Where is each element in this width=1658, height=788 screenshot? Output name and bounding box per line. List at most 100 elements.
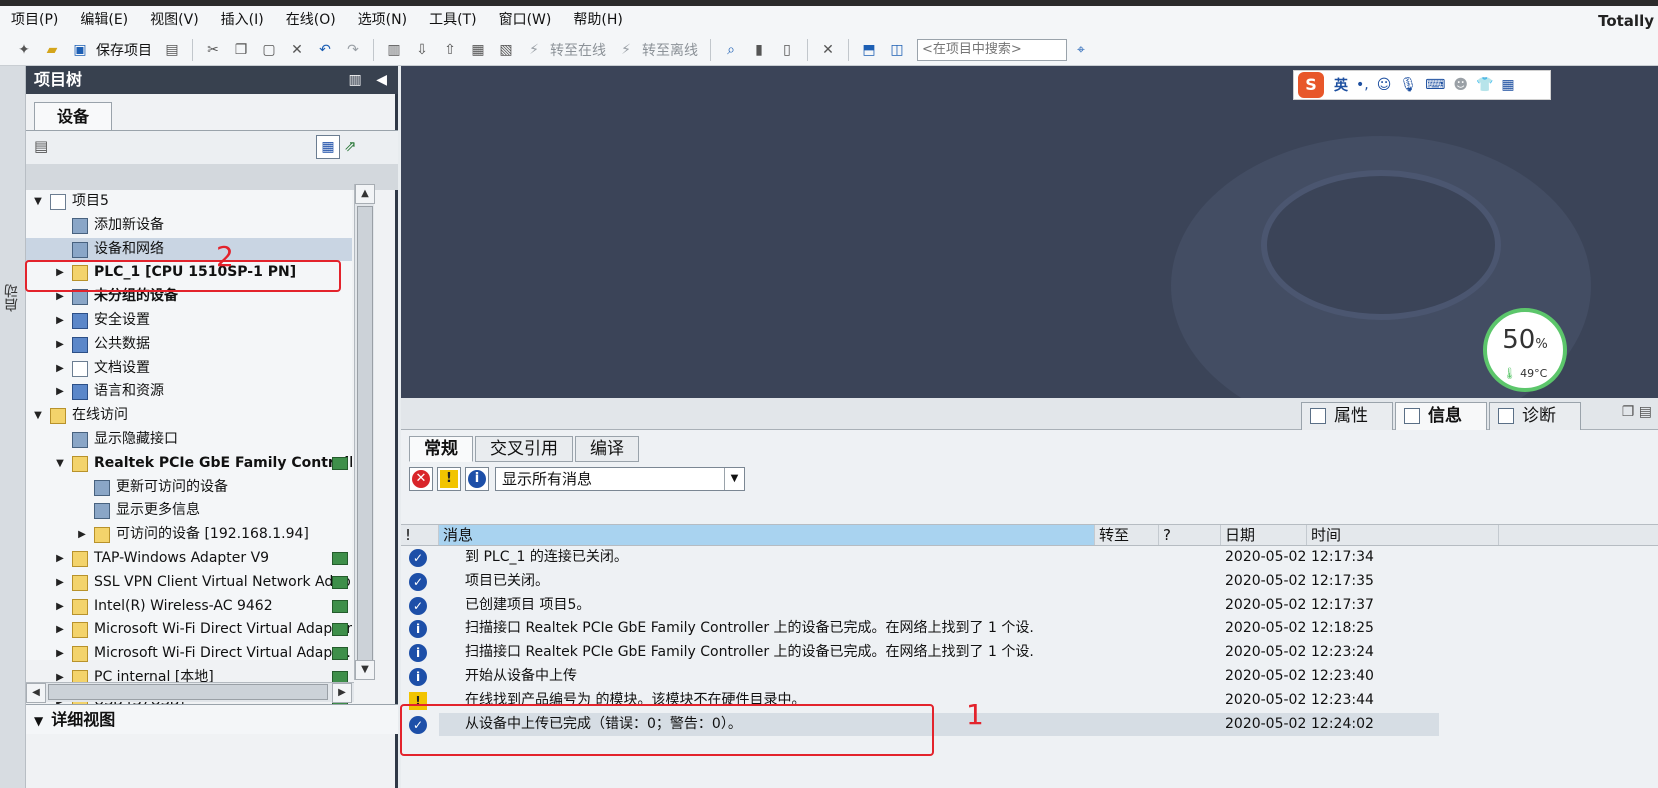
tree-vertical-scrollbar[interactable]: ▲ ▼ xyxy=(354,184,375,680)
filter-info-button[interactable]: i xyxy=(465,467,489,491)
col-severity[interactable]: ! xyxy=(401,525,439,545)
scroll-right-icon[interactable]: ▶ xyxy=(332,683,352,703)
expand-arrow-icon[interactable]: ▶ xyxy=(54,618,66,642)
ime-toolbar[interactable]: S 英 •, ☺ 🎙 ⌨ ☻ 👕 ▦ xyxy=(1293,70,1551,100)
split-horizontal-icon[interactable]: ⬒ xyxy=(858,39,880,61)
filter-errors-button[interactable]: ✕ xyxy=(409,467,433,491)
project-search-input[interactable] xyxy=(917,38,1067,61)
print-icon[interactable]: ▤ xyxy=(161,39,183,61)
overview-icon[interactable]: ▦ xyxy=(316,135,340,159)
expand-arrow-icon[interactable]: ▶ xyxy=(54,571,66,595)
go-offline-button[interactable]: 转至离线 xyxy=(642,40,698,60)
restore-icon[interactable]: ❐ xyxy=(1622,404,1635,420)
scroll-down-icon[interactable]: ▼ xyxy=(355,660,375,680)
detail-view-header[interactable]: ▼ 详细视图 xyxy=(26,704,398,734)
tree-item[interactable]: ▶ SSL VPN Client Virtual Network Adap... xyxy=(26,571,352,595)
tree-item[interactable]: 更新可访问的设备 xyxy=(26,476,352,500)
cut-icon[interactable]: ✂ xyxy=(202,39,224,61)
expand-arrow-icon[interactable]: ▶ xyxy=(54,309,66,333)
redo-icon[interactable]: ↷ xyxy=(342,39,364,61)
expand-arrow-icon[interactable]: ▶ xyxy=(54,333,66,357)
tree-item[interactable]: ▶ Intel(R) Wireless-AC 9462 xyxy=(26,595,352,619)
scroll-thumb[interactable] xyxy=(48,684,328,700)
go-online-button[interactable]: 转至在线 xyxy=(550,40,606,60)
cpu-temp-widget[interactable]: 50% 🌡 49°C xyxy=(1483,308,1567,392)
tab-diagnostics[interactable]: 诊断 xyxy=(1489,402,1581,430)
filter-warnings-button[interactable]: ! xyxy=(437,467,461,491)
toolbox-icon[interactable]: ▦ xyxy=(1501,77,1514,93)
paste-icon[interactable]: ▢ xyxy=(258,39,280,61)
menu-item[interactable]: 工具(T) xyxy=(418,6,487,34)
message-row[interactable]: i 扫描接口 Realtek PCIe GbE Family Controller… xyxy=(401,617,1658,641)
expand-arrow-icon[interactable]: ▶ xyxy=(54,380,66,404)
message-row[interactable]: i 扫描接口 Realtek PCIe GbE Family Controller… xyxy=(401,641,1658,665)
scroll-up-icon[interactable]: ▲ xyxy=(355,184,375,204)
go-offline-icon[interactable]: ⚡ xyxy=(615,39,637,61)
cpu-start-icon[interactable]: ▮ xyxy=(748,39,770,61)
expand-arrow-icon[interactable]: ▶ xyxy=(76,523,88,547)
tree-item[interactable]: ▶ 文档设置 xyxy=(26,357,352,381)
col-help[interactable]: ? xyxy=(1159,525,1221,545)
split-vertical-icon[interactable]: ◫ xyxy=(886,39,908,61)
menu-item[interactable]: 视图(V) xyxy=(139,6,210,34)
message-row[interactable]: ✓ 到 PLC_1 的连接已关闭。 2020-05-02 12:17:34 xyxy=(401,546,1658,570)
tree-item[interactable]: ▶ Microsoft Wi-Fi Direct Virtual Adapte..… xyxy=(26,642,352,666)
compile-icon[interactable]: ▥ xyxy=(383,39,405,61)
delete-icon[interactable]: ✕ xyxy=(286,39,308,61)
col-date[interactable]: 日期 xyxy=(1221,525,1307,545)
copy-icon[interactable]: ❐ xyxy=(230,39,252,61)
keyboard-icon[interactable]: ⌨ xyxy=(1425,77,1445,93)
sogou-logo-icon[interactable]: S xyxy=(1298,72,1324,98)
menu-item[interactable]: 项目(P) xyxy=(0,6,69,34)
undo-icon[interactable]: ↶ xyxy=(314,39,336,61)
tab-properties[interactable]: 属性 xyxy=(1301,402,1393,430)
collapse-arrow-icon[interactable]: ▼ xyxy=(32,190,44,214)
microphone-icon[interactable]: 🎙 xyxy=(1399,77,1417,93)
save-icon[interactable]: ▣ xyxy=(69,39,91,61)
tree-horizontal-scrollbar[interactable]: ◀ ▶ xyxy=(26,682,354,703)
open-project-icon[interactable]: ▰ xyxy=(41,39,63,61)
new-project-icon[interactable]: ✦ xyxy=(13,39,35,61)
tree-item[interactable]: ▶ 公共数据 xyxy=(26,333,352,357)
menu-item[interactable]: 帮助(H) xyxy=(562,6,633,34)
expand-arrow-icon[interactable]: ▶ xyxy=(54,595,66,619)
cpu-stop-icon[interactable]: ▯ xyxy=(776,39,798,61)
tree-options-icon[interactable]: ▤ xyxy=(34,137,48,155)
col-message[interactable]: 消息 xyxy=(439,525,1095,545)
subtab-general[interactable]: 常规 xyxy=(409,436,473,462)
go-online-icon[interactable]: ⚡ xyxy=(523,39,545,61)
tree-item[interactable]: ▶ TAP-Windows Adapter V9 xyxy=(26,547,352,571)
tree-item[interactable]: 显示隐藏接口 xyxy=(26,428,352,452)
user-icon[interactable]: ☻ xyxy=(1453,77,1468,93)
tab-info[interactable]: 信息 xyxy=(1395,402,1487,430)
collapse-arrow-icon[interactable]: ▼ xyxy=(54,452,66,476)
message-row[interactable]: i 开始从设备中上传 2020-05-02 12:23:40 xyxy=(401,665,1658,689)
tree-item[interactable]: 添加新设备 xyxy=(26,214,352,238)
skin-icon[interactable]: 👕 xyxy=(1476,77,1493,93)
search-go-icon[interactable]: ⌖ xyxy=(1070,39,1092,61)
subtab-cross-reference[interactable]: 交叉引用 xyxy=(475,436,573,462)
ime-lang-toggle[interactable]: 英 xyxy=(1334,75,1348,95)
accessible-devices-icon[interactable]: ⌕ xyxy=(720,39,742,61)
scroll-left-icon[interactable]: ◀ xyxy=(26,683,46,703)
simulation-icon[interactable]: ▦ xyxy=(467,39,489,61)
tree-item[interactable]: 显示更多信息 xyxy=(26,499,352,523)
export-icon[interactable]: ⇗ xyxy=(344,137,357,155)
chevron-down-icon[interactable]: ▼ xyxy=(724,468,744,490)
menu-item[interactable]: 选项(N) xyxy=(347,6,418,34)
tab-devices[interactable]: 设备 xyxy=(34,102,112,130)
message-row[interactable]: ✓ 已创建项目 项目5。 2020-05-02 12:17:37 xyxy=(401,594,1658,618)
collapse-arrow-icon[interactable]: ▼ xyxy=(32,404,44,428)
scroll-thumb[interactable] xyxy=(357,206,373,662)
download-icon[interactable]: ⇩ xyxy=(411,39,433,61)
message-filter-select[interactable]: 显示所有消息 ▼ xyxy=(495,467,745,491)
subtab-compile[interactable]: 编译 xyxy=(575,436,639,462)
menu-item[interactable]: 窗口(W) xyxy=(488,6,563,34)
expand-arrow-icon[interactable]: ▶ xyxy=(54,357,66,381)
tree-item[interactable]: ▶ Microsoft Wi-Fi Direct Virtual Adapter xyxy=(26,618,352,642)
close-editor-icon[interactable]: ✕ xyxy=(817,39,839,61)
portal-start-tab[interactable]: 启动 xyxy=(2,284,24,312)
expand-arrow-icon[interactable]: ▶ xyxy=(54,547,66,571)
menu-item[interactable]: 编辑(E) xyxy=(69,6,139,34)
tree-item[interactable]: 设备和网络 xyxy=(26,237,352,262)
